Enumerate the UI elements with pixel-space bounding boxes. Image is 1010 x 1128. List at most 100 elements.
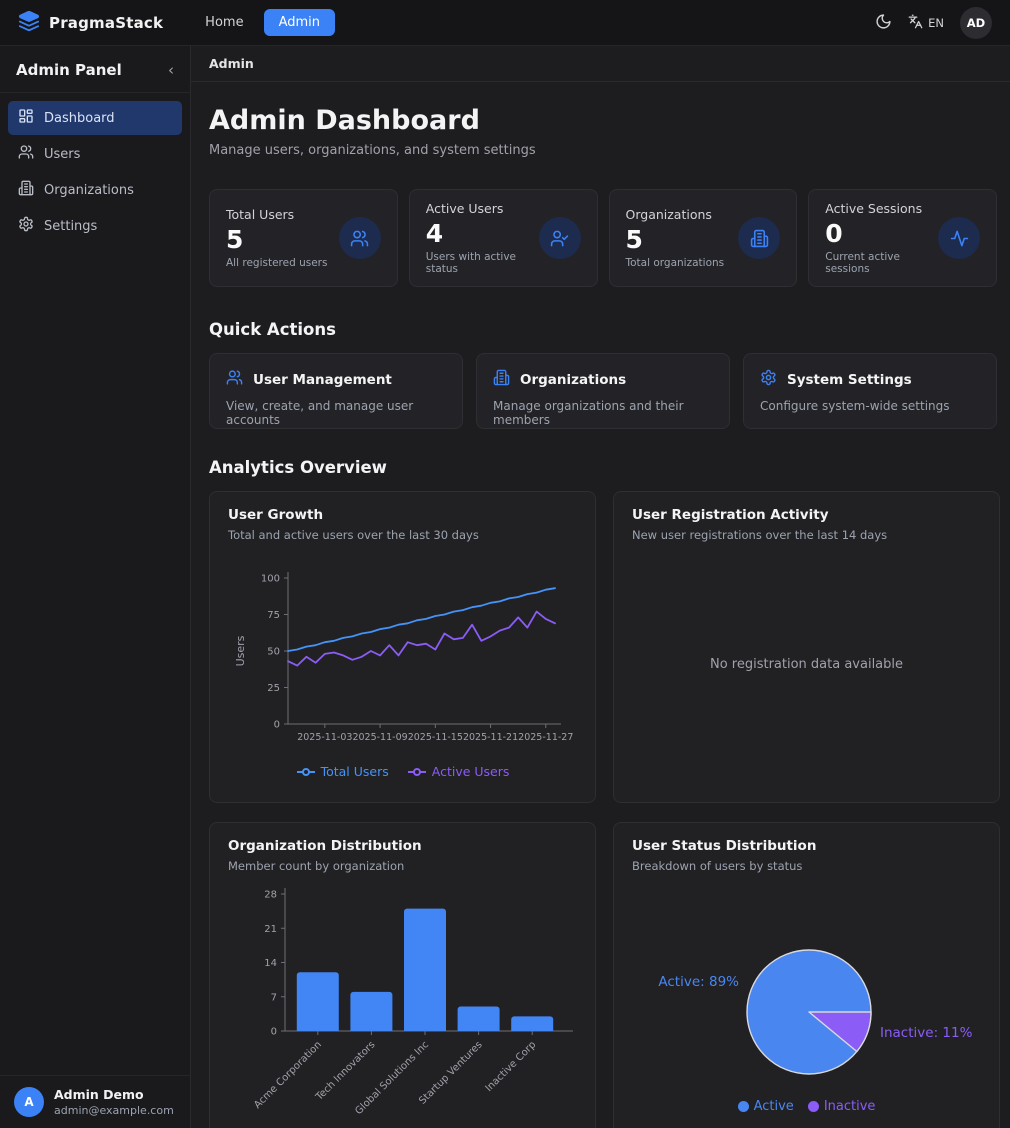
sidebar-item-settings[interactable]: Settings bbox=[8, 209, 182, 243]
legend-label: Inactive bbox=[824, 1099, 876, 1114]
svg-text:21: 21 bbox=[264, 923, 277, 934]
top-navbar: PragmaStack Home Admin EN AD bbox=[0, 0, 1010, 46]
sidebar-item-users[interactable]: Users bbox=[8, 137, 182, 171]
stat-description: All registered users bbox=[226, 257, 327, 269]
svg-text:Acme Corporation: Acme Corporation bbox=[252, 1039, 324, 1111]
gear-icon bbox=[760, 369, 777, 390]
user-avatar-initial: A bbox=[14, 1087, 44, 1117]
stat-label: Organizations bbox=[626, 207, 725, 222]
sidebar-item-label: Users bbox=[44, 147, 80, 162]
page-subtitle: Manage users, organizations, and system … bbox=[209, 143, 997, 158]
svg-text:2025-11-15: 2025-11-15 bbox=[408, 732, 463, 743]
sidebar-header: Admin Panel ‹ bbox=[0, 46, 190, 93]
building-icon bbox=[738, 217, 780, 259]
line-legend-marker bbox=[296, 767, 316, 777]
moon-icon bbox=[875, 13, 892, 33]
quick-action-title: System Settings bbox=[787, 372, 912, 388]
legend-dot bbox=[738, 1101, 749, 1112]
sidebar-item-label: Settings bbox=[44, 219, 97, 234]
chart-card-user-growth: User Growth Total and active users over … bbox=[209, 491, 596, 803]
empty-chart-message: No registration data available bbox=[710, 657, 903, 672]
legend-item-active-users[interactable]: Active Users bbox=[407, 764, 510, 779]
sidebar-user-panel[interactable]: A Admin Demo admin@example.com bbox=[0, 1075, 190, 1128]
quick-action-title: Organizations bbox=[520, 372, 626, 388]
user-avatar[interactable]: AD bbox=[960, 7, 992, 39]
user-status-pie-chart: Active: 89%Inactive: 11% bbox=[632, 912, 981, 1097]
chart-card-registration-activity: User Registration Activity New user regi… bbox=[613, 491, 1000, 803]
breadcrumb[interactable]: Admin bbox=[209, 56, 254, 71]
legend-item-inactive[interactable]: Inactive bbox=[808, 1099, 876, 1114]
svg-text:Users: Users bbox=[234, 635, 247, 666]
quick-actions-heading: Quick Actions bbox=[209, 320, 997, 339]
svg-text:2025-11-09: 2025-11-09 bbox=[352, 732, 407, 743]
svg-text:28: 28 bbox=[264, 889, 277, 900]
sidebar-item-organizations[interactable]: Organizations bbox=[8, 173, 182, 207]
quick-action-organizations[interactable]: Organizations Manage organizations and t… bbox=[476, 353, 730, 429]
line-chart-legend: Total Users Active Users bbox=[296, 764, 510, 787]
stat-card-active-sessions: Active Sessions 0 Current active session… bbox=[808, 189, 997, 287]
quick-actions-grid: User Management View, create, and manage… bbox=[209, 353, 997, 429]
sidebar-title: Admin Panel bbox=[16, 61, 122, 79]
stats-grid: Total Users 5 All registered users Activ… bbox=[209, 189, 997, 287]
user-email: admin@example.com bbox=[54, 1104, 174, 1117]
sidebar-item-dashboard[interactable]: Dashboard bbox=[8, 101, 182, 135]
charts-grid: User Growth Total and active users over … bbox=[209, 491, 997, 1128]
dashboard-icon bbox=[18, 108, 34, 128]
chart-subtitle: Total and active users over the last 30 … bbox=[228, 528, 577, 542]
quick-action-title: User Management bbox=[253, 372, 392, 388]
sidebar-nav: Dashboard Users Organizations bbox=[0, 93, 190, 251]
stat-description: Users with active status bbox=[426, 251, 539, 275]
svg-text:2025-11-27: 2025-11-27 bbox=[518, 732, 573, 743]
quick-action-user-management[interactable]: User Management View, create, and manage… bbox=[209, 353, 463, 429]
languages-icon bbox=[908, 14, 923, 32]
line-legend-marker bbox=[407, 767, 427, 777]
collapse-sidebar-button[interactable]: ‹ bbox=[168, 63, 174, 78]
svg-text:14: 14 bbox=[264, 958, 277, 969]
legend-label: Active bbox=[754, 1099, 794, 1114]
stat-card-total-users: Total Users 5 All registered users bbox=[209, 189, 398, 287]
chart-subtitle: Breakdown of users by status bbox=[632, 859, 981, 873]
svg-text:100: 100 bbox=[261, 574, 280, 585]
quick-action-system-settings[interactable]: System Settings Configure system-wide se… bbox=[743, 353, 997, 429]
navbar-actions: EN AD bbox=[875, 7, 992, 39]
language-switcher-button[interactable]: EN bbox=[908, 14, 944, 32]
main-area: Admin Admin Dashboard Manage users, orga… bbox=[191, 46, 1010, 1128]
stat-description: Total organizations bbox=[626, 257, 725, 269]
gear-icon bbox=[18, 216, 34, 236]
svg-text:0: 0 bbox=[271, 1026, 277, 1037]
svg-text:2025-11-21: 2025-11-21 bbox=[463, 732, 518, 743]
svg-text:50: 50 bbox=[267, 647, 280, 658]
stat-card-organizations: Organizations 5 Total organizations bbox=[609, 189, 798, 287]
svg-text:Inactive: 11%: Inactive: 11% bbox=[880, 1025, 973, 1041]
chart-subtitle: New user registrations over the last 14 … bbox=[632, 528, 981, 542]
language-label: EN bbox=[928, 16, 944, 30]
svg-text:Inactive Corp: Inactive Corp bbox=[484, 1039, 539, 1094]
users-icon bbox=[18, 144, 34, 164]
svg-text:0: 0 bbox=[274, 720, 280, 731]
users-icon bbox=[339, 217, 381, 259]
chart-title: User Growth bbox=[228, 507, 577, 523]
brand[interactable]: PragmaStack bbox=[18, 10, 163, 36]
users-icon bbox=[226, 369, 243, 390]
quick-action-description: View, create, and manage user accounts bbox=[226, 399, 446, 427]
sidebar-item-label: Dashboard bbox=[44, 111, 115, 126]
pie-chart-legend: Active Inactive bbox=[738, 1099, 876, 1118]
user-growth-line-chart: 02550751002025-11-032025-11-092025-11-15… bbox=[228, 562, 577, 762]
nav-link-home[interactable]: Home bbox=[195, 9, 253, 36]
stat-description: Current active sessions bbox=[825, 251, 938, 275]
stat-label: Active Sessions bbox=[825, 201, 938, 216]
primary-nav: Home Admin bbox=[195, 9, 335, 36]
page-title: Admin Dashboard bbox=[209, 105, 997, 136]
analytics-heading: Analytics Overview bbox=[209, 458, 997, 477]
user-check-icon bbox=[539, 217, 581, 259]
legend-item-active[interactable]: Active bbox=[738, 1099, 794, 1114]
admin-sidebar: Admin Panel ‹ Dashboard Users bbox=[0, 46, 191, 1128]
legend-item-total-users[interactable]: Total Users bbox=[296, 764, 389, 779]
theme-toggle-button[interactable] bbox=[875, 13, 892, 33]
chart-title: Organization Distribution bbox=[228, 838, 577, 854]
svg-text:75: 75 bbox=[267, 610, 280, 621]
nav-link-admin[interactable]: Admin bbox=[264, 9, 335, 36]
stat-label: Total Users bbox=[226, 207, 327, 222]
chart-card-user-status: User Status Distribution Breakdown of us… bbox=[613, 822, 1000, 1128]
legend-label: Active Users bbox=[432, 764, 510, 779]
